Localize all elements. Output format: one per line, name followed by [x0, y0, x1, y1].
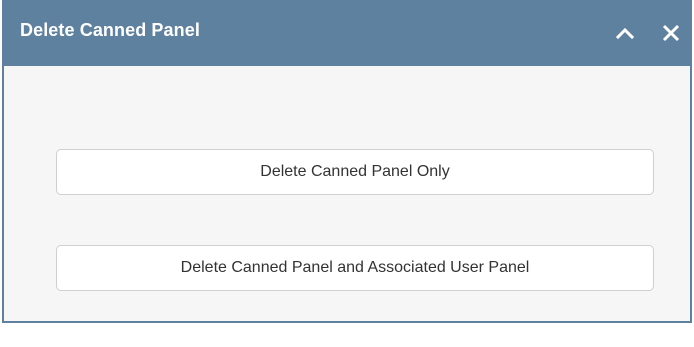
- dialog-title: Delete Canned Panel: [20, 20, 200, 40]
- delete-canned-panel-only-button[interactable]: Delete Canned Panel Only: [56, 149, 654, 195]
- delete-canned-panel-and-user-panel-button[interactable]: Delete Canned Panel and Associated User …: [56, 245, 654, 291]
- chevron-up-icon: [616, 27, 634, 39]
- dialog-titlebar[interactable]: Delete Canned Panel: [4, 0, 690, 66]
- collapse-button[interactable]: [610, 18, 640, 48]
- dialog-body: Delete Canned Panel Only Delete Canned P…: [4, 66, 690, 321]
- delete-canned-panel-dialog: Delete Canned Panel Delete Canned Panel …: [2, 0, 692, 323]
- titlebar-controls: [594, 18, 686, 48]
- close-button[interactable]: [656, 18, 686, 48]
- close-icon: [662, 24, 680, 42]
